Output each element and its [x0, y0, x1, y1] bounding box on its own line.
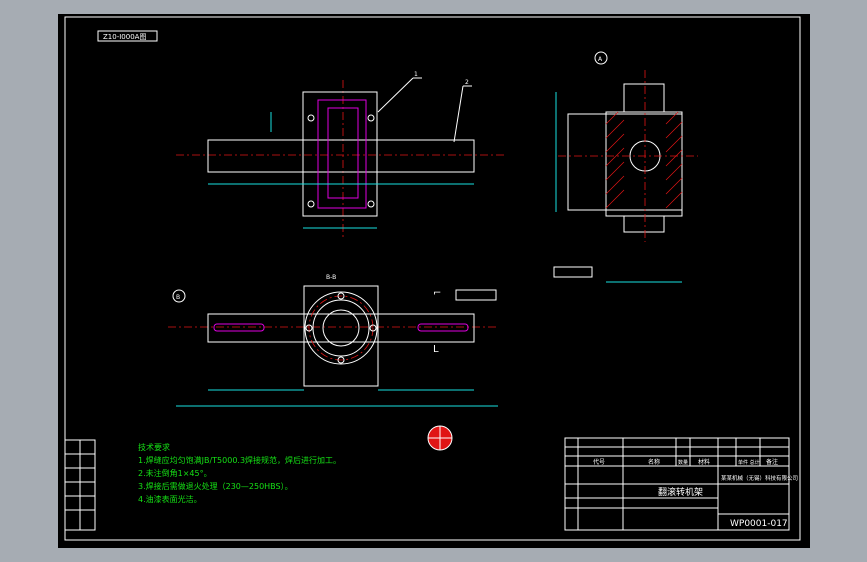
revision-strip — [64, 439, 96, 531]
plan-shaft — [207, 313, 475, 343]
col-remark: 备注 — [766, 458, 778, 466]
note-line-1: 1.焊缝应均匀饱满JB/T5000.3焊接规范，焊后进行加工。 — [138, 455, 341, 465]
keyway-right — [417, 323, 469, 332]
part-label-1: 1 — [414, 71, 418, 78]
side-hatch — [605, 111, 683, 209]
drawing-number: WP0001-017 — [730, 519, 788, 529]
corner-stamp: Z10-I000A图 — [103, 33, 146, 41]
tolerance-frame — [553, 266, 593, 278]
title-block: 代号 名称 数量 材料 单件 总计 备注 翻滚转机架 某某机械（无锡）科技有限公… — [564, 437, 798, 531]
col-weight: 单件 总计 — [738, 459, 760, 466]
notes-title: 技术要求 — [138, 442, 170, 452]
plan-housing — [303, 285, 379, 387]
bolt-hole-bl — [307, 200, 315, 208]
bolt-hole-tl — [307, 114, 315, 122]
company-name: 某某机械（无锡）科技有限公司 — [721, 474, 798, 482]
section-label: B-B — [326, 274, 336, 281]
bolt-hole-br — [367, 200, 375, 208]
side-bottom-block — [623, 215, 665, 233]
col-name: 名称 — [648, 458, 660, 466]
note-line-4: 4.油漆表面光洁。 — [138, 494, 202, 504]
datum-b-label: B — [176, 294, 180, 301]
note-line-2: 2.未注倒角1×45°。 — [138, 468, 212, 478]
hidden-bore — [317, 99, 367, 209]
flange-inner — [322, 309, 360, 347]
drawing-name: 翻滚转机架 — [658, 486, 703, 498]
part-label-2: 2 — [465, 79, 469, 86]
col-code: 代号 — [593, 458, 605, 466]
cad-drawing: Z10-I000A图 1 2 A B ⌐ L B-B 技术要求 1.焊缝应均匀饱… — [64, 16, 801, 541]
bolt-circle — [308, 295, 374, 361]
datum-a-label: A — [598, 56, 603, 63]
side-outline — [605, 111, 683, 217]
leader-1 — [377, 77, 414, 113]
svg-text:L: L — [433, 344, 439, 355]
side-view: A — [553, 51, 698, 283]
bolt-hole-tr — [367, 114, 375, 122]
front-view: 1 2 — [176, 71, 506, 240]
note-line-3: 3.焊接后需做退火处理（230—250HBS）。 — [138, 481, 293, 491]
drawing-sheet: Z10-I000A图 1 2 A B ⌐ L B-B 技术要求 1.焊缝应均匀饱… — [58, 14, 810, 548]
side-flange — [567, 113, 683, 211]
technical-notes: 技术要求 1.焊缝应均匀饱满JB/T5000.3焊接规范，焊后进行加工。 2.未… — [138, 442, 341, 504]
plan-view: B ⌐ L — [168, 285, 498, 407]
svg-text:⌐: ⌐ — [433, 288, 441, 299]
keyway-left — [213, 323, 265, 332]
col-material: 材料 — [698, 458, 710, 466]
leader-2 — [453, 85, 464, 143]
flange-mid — [312, 299, 370, 357]
side-top-block — [623, 83, 665, 113]
shaft-outline — [207, 139, 475, 173]
col-qty: 数量 — [678, 459, 688, 466]
tolerance-frame-2 — [455, 289, 497, 301]
flange-outer — [304, 291, 378, 365]
